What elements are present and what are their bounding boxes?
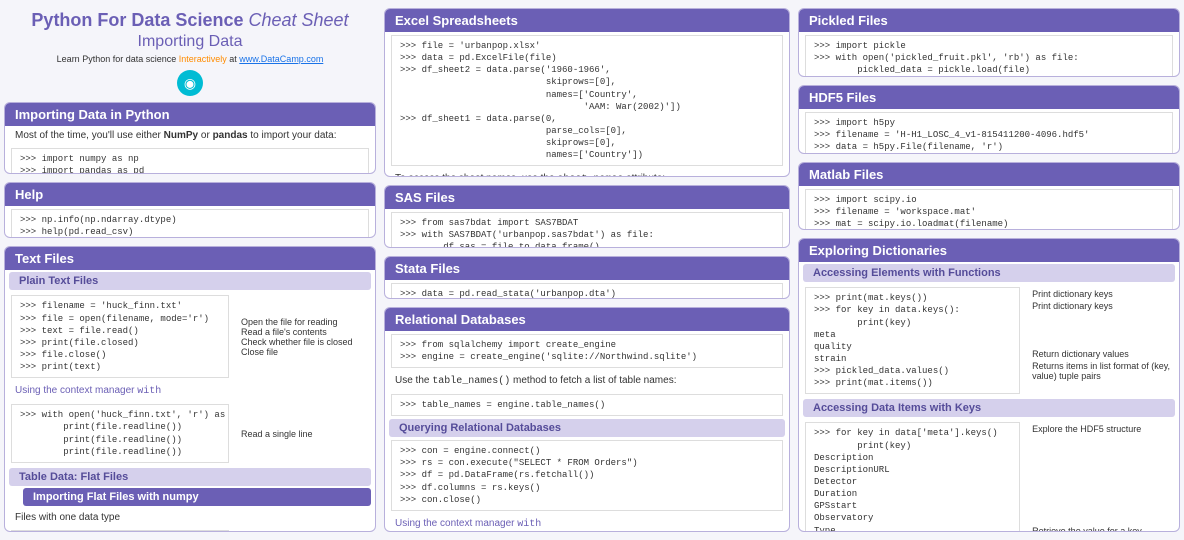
code-block: >>> from sas7bdat import SAS7BDAT >>> wi… bbox=[391, 212, 783, 247]
panel-text-files: Text Files Plain Text Files >>> filename… bbox=[4, 246, 376, 532]
code-notes: String used to separate values bbox=[235, 527, 375, 532]
doc-subtitle: Importing Data bbox=[8, 33, 372, 51]
code-block: >>> filename = 'huck_finn.txt' >>> file … bbox=[11, 295, 229, 378]
code-block: >>> from sqlalchemy import create_engine… bbox=[391, 334, 783, 368]
panel-pickle: Pickled Files >>> import pickle >>> with… bbox=[798, 8, 1180, 77]
panel-desc: To access the sheet names, use the sheet… bbox=[385, 169, 789, 177]
panel-exploring: Exploring Dictionaries Accessing Element… bbox=[798, 238, 1180, 532]
sub-header-flat: Table Data: Flat Files bbox=[9, 468, 371, 486]
sub-header-querying: Querying Relational Databases bbox=[389, 419, 785, 437]
panel-stata: Stata Files >>> data = pd.read_stata('ur… bbox=[384, 256, 790, 299]
sub-header-numpy: Importing Flat Files with numpy bbox=[23, 488, 371, 506]
code-block: >>> with open('huck_finn.txt', 'r') as f… bbox=[11, 404, 229, 463]
code-block: >>> data = pd.read_stata('urbanpop.dta') bbox=[391, 283, 783, 299]
panel-excel: Excel Spreadsheets >>> file = 'urbanpop.… bbox=[384, 8, 790, 177]
context-mgr-label: Using the context manager with bbox=[5, 381, 375, 401]
code-notes: Print dictionary keys Print dictionary k… bbox=[1026, 284, 1179, 397]
sub-header-acc-fn: Accessing Elements with Functions bbox=[803, 264, 1175, 282]
doc-tagline: Learn Python for data science Interactiv… bbox=[8, 54, 372, 64]
panel-desc: Most of the time, you'll use either NumP… bbox=[5, 126, 375, 145]
code-block: >>> import scipy.io >>> filename = 'work… bbox=[805, 189, 1173, 231]
code-block: >>> import h5py >>> filename = 'H-H1_LOS… bbox=[805, 112, 1173, 154]
files-one-type-label: Files with one data type bbox=[5, 508, 375, 527]
panel-sas: SAS Files >>> from sas7bdat import SAS7B… bbox=[384, 185, 790, 247]
code-block: >>> print(mat.keys()) >>> for key in dat… bbox=[805, 287, 1020, 394]
sub-header-acc-keys: Accessing Data Items with Keys bbox=[803, 399, 1175, 417]
panel-header: Relational Databases bbox=[385, 308, 789, 331]
panel-header: Exploring Dictionaries bbox=[799, 239, 1179, 262]
panel-header: Help bbox=[5, 183, 375, 206]
panel-header: Importing Data in Python bbox=[5, 103, 375, 126]
code-notes: Open the file for reading Read a file's … bbox=[235, 292, 375, 381]
panel-help: Help >>> np.info(np.ndarray.dtype) >>> h… bbox=[4, 182, 376, 238]
code-notes: Read a single line bbox=[235, 401, 375, 466]
panel-header: SAS Files bbox=[385, 186, 789, 209]
code-block: >>> import numpy as np >>> import pandas… bbox=[11, 148, 369, 174]
panel-header: Matlab Files bbox=[799, 163, 1179, 186]
code-block: >>> filename = 'mnist.txt' >>> data = np… bbox=[11, 530, 229, 532]
panel-matlab: Matlab Files >>> import scipy.io >>> fil… bbox=[798, 162, 1180, 231]
code-block: >>> file = 'urbanpop.xlsx' >>> data = pd… bbox=[391, 35, 783, 166]
panel-importing: Importing Data in Python Most of the tim… bbox=[4, 102, 376, 174]
panel-header: Text Files bbox=[5, 247, 375, 270]
panel-hdf5: HDF5 Files >>> import h5py >>> filename … bbox=[798, 85, 1180, 154]
panel-desc: Use the table_names() method to fetch a … bbox=[385, 371, 789, 391]
code-block: >>> for key in data['meta'].keys() print… bbox=[805, 422, 1020, 532]
code-block: >>> np.info(np.ndarray.dtype) >>> help(p… bbox=[11, 209, 369, 238]
panel-header: Pickled Files bbox=[799, 9, 1179, 32]
panel-relational: Relational Databases >>> from sqlalchemy… bbox=[384, 307, 790, 532]
masthead: Python For Data Science Cheat Sheet Impo… bbox=[4, 4, 376, 98]
sub-header-plain: Plain Text Files bbox=[9, 272, 371, 290]
doc-title: Python For Data Science Cheat Sheet bbox=[8, 10, 372, 31]
code-block: >>> table_names = engine.table_names() bbox=[391, 394, 783, 416]
datacamp-link[interactable]: www.DataCamp.com bbox=[239, 54, 323, 64]
code-notes: Explore the HDF5 structure Retrieve the … bbox=[1026, 419, 1179, 532]
panel-header: Excel Spreadsheets bbox=[385, 9, 789, 32]
datacamp-badge-icon: ◉ bbox=[177, 70, 203, 96]
code-block: >>> import pickle >>> with open('pickled… bbox=[805, 35, 1173, 77]
code-block: >>> con = engine.connect() >>> rs = con.… bbox=[391, 440, 783, 511]
panel-header: Stata Files bbox=[385, 257, 789, 280]
panel-header: HDF5 Files bbox=[799, 86, 1179, 109]
context-mgr-label: Using the context manager with bbox=[385, 514, 789, 532]
